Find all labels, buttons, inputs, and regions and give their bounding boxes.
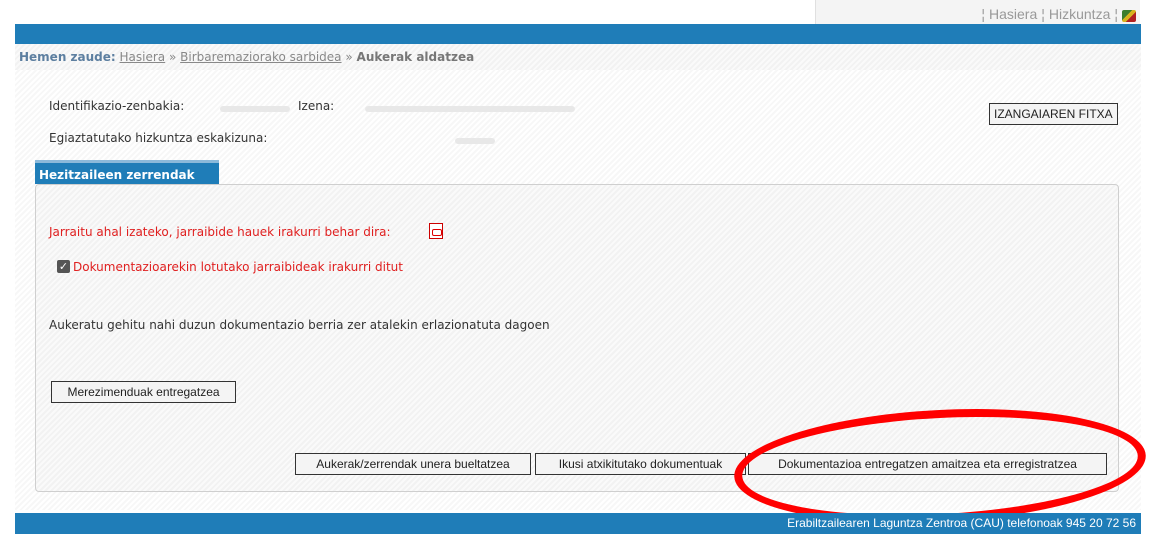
tab-educator-lists[interactable]: Hezitzaileen zerrendak	[35, 160, 219, 184]
lists-panel: Jarraitu ahal izateko, jarraibide hauek …	[35, 184, 1119, 492]
instructions-text: Jarraitu ahal izateko, jarraibide hauek …	[49, 225, 391, 239]
reset-lists-button[interactable]: Aukerak/zerrendak unera bueltatzea	[295, 453, 531, 475]
merits-delivery-button[interactable]: Merezimenduak entregatzea	[51, 381, 236, 403]
select-section-text: Aukeratu gehitu nahi duzun dokumentazio …	[49, 318, 550, 332]
name-value-redacted	[365, 106, 575, 112]
breadcrumb-separator: »	[345, 50, 353, 64]
breadcrumb: Hemen zaude: Hasiera » Birbaremaziorako …	[15, 44, 1141, 70]
separator: ¦	[1114, 6, 1118, 22]
breadcrumb-current: Aukerak aldatzea	[356, 50, 475, 64]
separator: ¦	[981, 6, 985, 22]
home-link[interactable]: Hasiera	[989, 6, 1037, 22]
top-links: ¦ Hasiera ¦ Hizkuntza ¦	[815, 0, 1140, 24]
flag-icon[interactable]	[1122, 10, 1136, 22]
language-link[interactable]: Hizkuntza	[1049, 6, 1110, 22]
language-value-redacted	[455, 138, 495, 144]
language-requirement-label: Egiaztatutako hizkuntza eskakizuna:	[49, 131, 268, 145]
breadcrumb-label: Hemen zaude:	[19, 50, 116, 64]
separator: ¦	[1041, 6, 1045, 22]
view-attached-documents-button[interactable]: Ikusi atxikitutako dokumentuak	[535, 453, 746, 475]
breadcrumb-link-access[interactable]: Birbaremaziorako sarbidea	[180, 50, 341, 64]
id-value-redacted	[220, 106, 290, 112]
pdf-icon[interactable]	[429, 223, 443, 239]
candidate-sheet-button[interactable]: IZANGAIAREN FITXA	[989, 103, 1118, 125]
breadcrumb-link-home[interactable]: Hasiera	[120, 50, 166, 64]
footer: Erabiltzailearen Laguntza Zentroa (CAU) …	[15, 513, 1141, 534]
finish-and-register-button[interactable]: Dokumentazioa entregatzen amaitzea eta e…	[748, 453, 1107, 475]
id-label: Identifikazio-zenbakia:	[49, 99, 185, 113]
name-label: Izena:	[298, 99, 335, 113]
checkbox-label: Dokumentazioarekin lotutako jarraibideak…	[73, 260, 403, 274]
main-content: Identifikazio-zenbakia: Izena: Egiaztatu…	[15, 70, 1141, 510]
breadcrumb-separator: »	[169, 50, 177, 64]
header-bar	[15, 24, 1141, 44]
instructions-read-checkbox[interactable]: ✓	[57, 260, 70, 273]
